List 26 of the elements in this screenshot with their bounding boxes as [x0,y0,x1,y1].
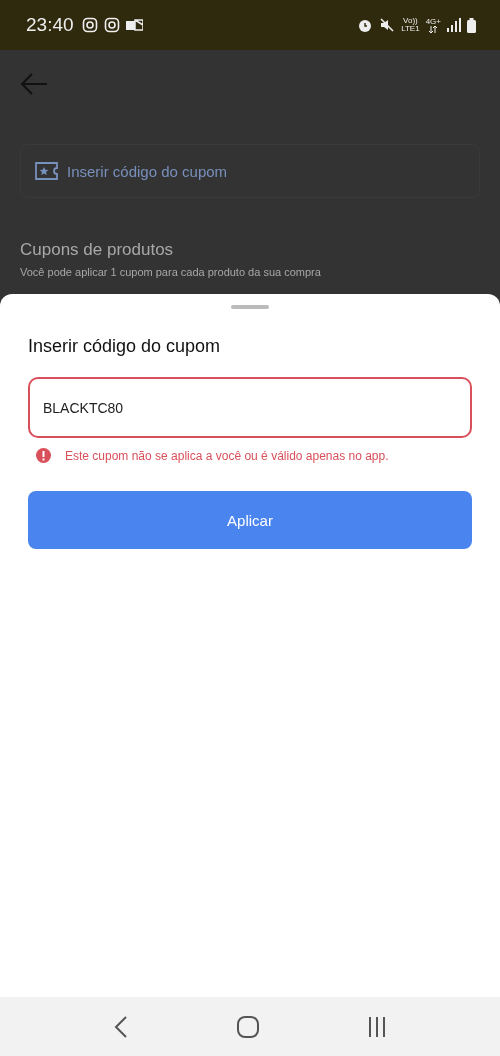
coupon-code-field[interactable]: BLACKTC80 [28,377,472,438]
network-label: 4G+ [425,17,441,26]
signal-icon [447,18,461,32]
home-icon[interactable] [237,1015,259,1038]
back-icon[interactable] [114,1015,129,1038]
camera-icon [103,17,120,33]
status-time: 23:40 [26,14,74,36]
mute-icon [379,17,396,33]
error-message: Este cupom não se aplica a você ou é válido apenas no app. [65,448,389,463]
camera-icon [81,17,98,33]
error-icon [36,448,51,463]
drag-handle[interactable] [231,305,269,309]
data-arrows-icon [428,25,439,33]
section-subtitle: Você pode aplicar 1 cupom para cada produto da sua compra [20,266,322,278]
apply-button[interactable]: Aplicar [28,491,472,549]
recent-apps-icon[interactable] [367,1016,386,1037]
section-title: Cupons de produtos [20,240,175,260]
coupon-entry-card[interactable]: Inserir código do cupom [20,144,480,198]
sheet-title: Inserir código do cupom [28,336,222,357]
ticket-star-icon [35,162,59,180]
coupon-entry-label: Inserir código do cupom [67,162,228,180]
network-label: Vo)) [403,17,418,25]
battery-icon [467,17,476,33]
alarm-icon [357,17,374,33]
network-label: LTE1 [401,25,420,33]
mail-icon [125,18,143,32]
